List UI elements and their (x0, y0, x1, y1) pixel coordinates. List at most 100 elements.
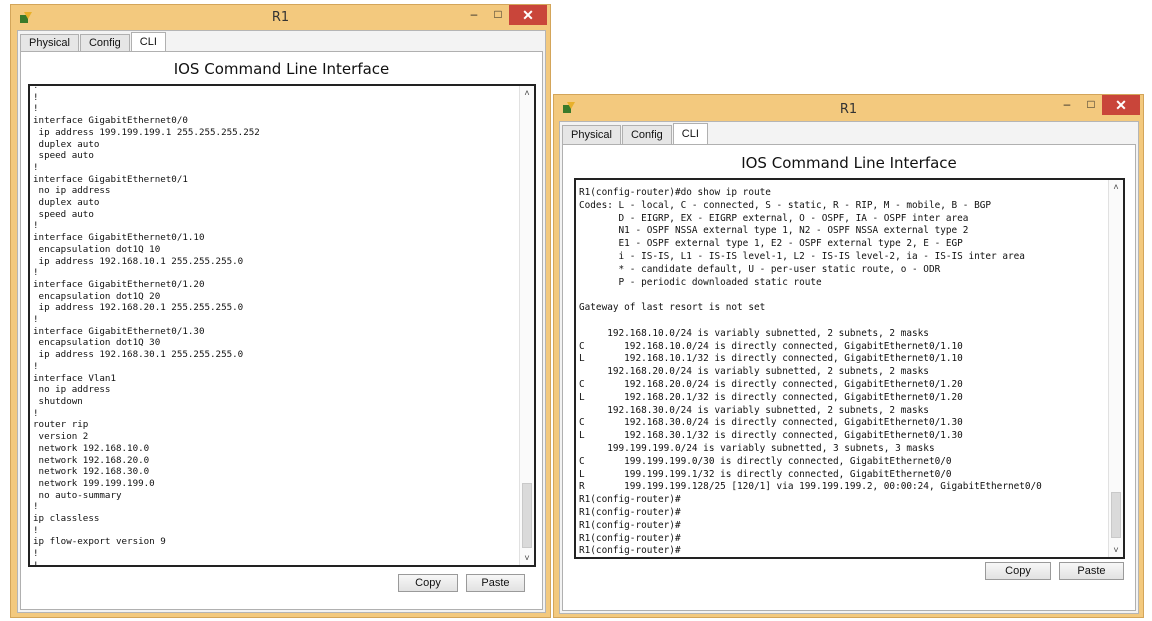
terminal-line: encapsulation dot1Q 30 (33, 337, 161, 349)
maximize-button[interactable]: □ (484, 5, 512, 25)
terminal-line: ip address 192.168.20.1 255.255.255.0 (33, 302, 244, 314)
right-terminal-scrollbar[interactable]: ˄ ˅ (1108, 180, 1123, 557)
terminal-line: no ip address (33, 384, 111, 396)
terminal-line: C 192.168.20.0/24 is directly connected,… (579, 378, 963, 390)
terminal-line: ip address 192.168.10.1 255.255.255.0 (33, 255, 244, 267)
terminal-line: ip flow-export version 9 (33, 536, 166, 548)
terminal-line: i - IS-IS, L1 - IS-IS level-1, L2 - IS-I… (579, 250, 1025, 262)
copy-button[interactable]: Copy (398, 574, 458, 592)
paste-button[interactable]: Paste (466, 574, 525, 592)
terminal-line: duplex auto (33, 138, 100, 150)
tab-physical[interactable]: Physical (20, 34, 79, 51)
terminal-line: ! (33, 501, 39, 513)
terminal-line: Gateway of last resort is not set (579, 302, 766, 314)
terminal-line: ip address 192.168.30.1 255.255.255.0 (33, 349, 244, 361)
terminal-line: E1 - OSPF external type 1, E2 - OSPF ext… (579, 238, 963, 250)
copy-button[interactable]: Copy (985, 562, 1051, 580)
terminal-line: R1(config-router)# (579, 506, 681, 518)
terminal-line: encapsulation dot1Q 10 (33, 243, 161, 255)
terminal-line: L 192.168.10.1/32 is directly connected,… (579, 353, 963, 365)
terminal-line: interface GigabitEthernet0/1.30 (33, 325, 205, 337)
terminal-line: router rip (33, 419, 89, 431)
terminal-line: C 192.168.30.0/24 is directly connected,… (579, 417, 963, 429)
terminal-line: speed auto (33, 208, 94, 220)
terminal-line: D - EIGRP, EX - EIGRP external, O - OSPF… (579, 212, 969, 224)
tab-config[interactable]: Config (621, 125, 672, 144)
terminal-line: interface GigabitEthernet0/1.20 (33, 278, 205, 290)
left-terminal-scrollbar[interactable]: ˄ ˅ (519, 86, 534, 565)
terminal-line: no auto-summary (33, 489, 122, 501)
terminal-line: L 192.168.20.1/32 is directly connected,… (579, 391, 963, 403)
terminal-line: no ip address (33, 185, 111, 197)
terminal-line: N1 - OSPF NSSA external type 1, N2 - OSP… (579, 225, 969, 237)
terminal-line: ! (33, 548, 39, 560)
terminal-line: network 192.168.30.0 (33, 466, 150, 478)
cli-heading: IOS Command Line Interface (741, 154, 957, 172)
maximize-button[interactable]: □ (1077, 95, 1105, 115)
terminal-line: network 192.168.10.0 (33, 442, 150, 454)
terminal-line: version 2 (33, 431, 89, 443)
right-router-window: R1 – □ ✕ Physical Config CLI IOS Command… (553, 94, 1144, 618)
terminal-line: speed auto (33, 150, 94, 162)
terminal-line: interface GigabitEthernet0/1.10 (33, 232, 205, 244)
terminal-line: 192.168.20.0/24 is variably subnetted, 2… (579, 366, 929, 378)
terminal-line: ip address 199.199.199.1 255.255.255.252 (33, 126, 260, 138)
terminal-line: shutdown (33, 395, 83, 407)
left-cli-panel: IOS Command Line Interface !!! interface … (20, 51, 543, 610)
terminal-line: Codes: L - local, C - connected, S - sta… (579, 199, 992, 211)
terminal-line: R1(config-router)# (579, 494, 681, 506)
right-tab-bar: Physical Config CLI (562, 123, 709, 144)
scroll-thumb[interactable] (522, 483, 532, 548)
terminal-line: ! (33, 103, 39, 115)
left-tab-bar: Physical Config CLI (20, 32, 167, 51)
tab-cli[interactable]: CLI (672, 123, 708, 144)
right-window-body: Physical Config CLI IOS Command Line Int… (559, 121, 1139, 614)
terminal-line: ! (33, 267, 39, 279)
terminal-line: ip classless (33, 513, 100, 525)
tab-physical[interactable]: Physical (562, 125, 621, 144)
terminal-line: encapsulation dot1Q 20 (33, 290, 161, 302)
scroll-down-arrow-icon[interactable]: ˅ (1109, 545, 1123, 555)
left-router-window: R1 – □ ✕ Physical Config CLI IOS Command… (10, 4, 551, 618)
terminal-line: R1(config-router)# (579, 532, 681, 544)
right-window-titlebar[interactable]: R1 – □ ✕ (554, 95, 1143, 123)
paste-button[interactable]: Paste (1059, 562, 1124, 580)
tab-cli[interactable]: CLI (130, 32, 166, 51)
terminal-line: C 199.199.199.0/30 is directly connected… (579, 455, 952, 467)
terminal-line: ! (33, 524, 39, 536)
terminal-line: ! (33, 560, 518, 565)
terminal-line: 192.168.30.0/24 is variably subnetted, 2… (579, 404, 929, 416)
terminal-line: ! (33, 161, 39, 173)
terminal-line: network 192.168.20.0 (33, 454, 150, 466)
right-cli-terminal[interactable]: R1(config-router)#do show ip route Codes:… (574, 178, 1125, 559)
terminal-line: R 199.199.199.128/25 [120/1] via 199.199… (579, 481, 1042, 493)
terminal-line: interface GigabitEthernet0/0 (33, 115, 188, 127)
terminal-line: ! (33, 314, 39, 326)
tab-config[interactable]: Config (79, 34, 130, 51)
close-button[interactable]: ✕ (1102, 95, 1140, 115)
scroll-down-arrow-icon[interactable]: ˅ (520, 553, 534, 563)
scroll-thumb[interactable] (1111, 492, 1121, 538)
cli-heading: IOS Command Line Interface (173, 60, 390, 78)
terminal-line: R1(config-router)# (579, 545, 681, 557)
scroll-up-arrow-icon[interactable]: ˄ (1109, 182, 1123, 192)
terminal-line: R1(config-router)#do show ip route (579, 187, 771, 198)
terminal-line: network 199.199.199.0 (33, 477, 155, 489)
terminal-output: R1(config-router)#do show ip route Codes:… (579, 187, 1107, 557)
right-cli-panel: IOS Command Line Interface R1(config-rou… (562, 144, 1136, 611)
terminal-line: P - periodic downloaded static route (579, 276, 822, 288)
close-button[interactable]: ✕ (509, 5, 547, 25)
left-window-titlebar[interactable]: R1 – □ ✕ (11, 5, 550, 33)
terminal-line: C 192.168.10.0/24 is directly connected,… (579, 340, 963, 352)
terminal-line: 199.199.199.0/24 is variably subnetted, … (579, 442, 935, 454)
terminal-line: R1(config-router)# (579, 519, 681, 531)
left-cli-terminal[interactable]: !!! interface GigabitEthernet0/0 ip addre… (28, 84, 536, 567)
scroll-up-arrow-icon[interactable]: ˄ (520, 88, 534, 98)
terminal-output: !!! interface GigabitEthernet0/0 ip addre… (33, 86, 518, 565)
terminal-line: ! (33, 91, 39, 103)
terminal-line: ! (33, 220, 39, 232)
terminal-line: * - candidate default, U - per-user stat… (579, 263, 941, 275)
left-window-body: Physical Config CLI IOS Command Line Int… (17, 30, 546, 613)
terminal-line: ! (33, 360, 39, 372)
